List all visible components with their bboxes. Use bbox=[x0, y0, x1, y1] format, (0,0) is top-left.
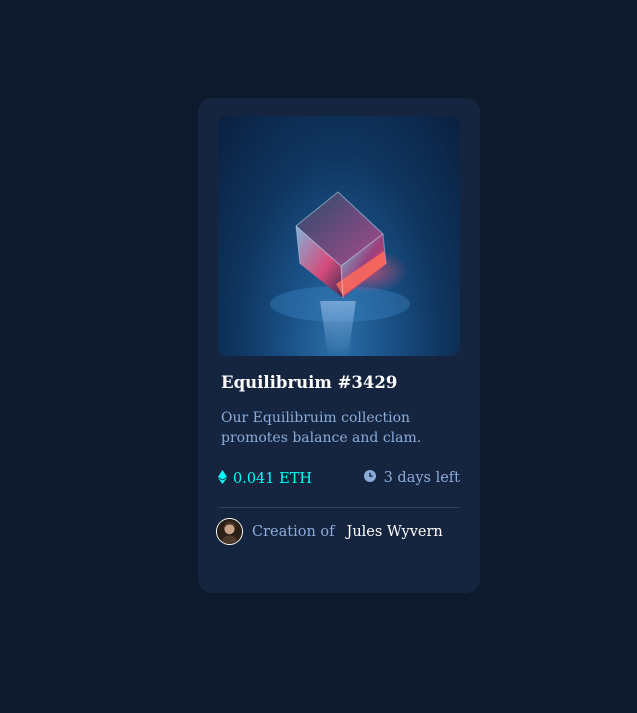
creator: Creation of Jules Wyvern bbox=[216, 518, 443, 545]
nft-image[interactable] bbox=[218, 116, 460, 356]
avatar bbox=[216, 518, 243, 545]
price: 0.041 ETH bbox=[218, 470, 312, 488]
price-value: 0.041 ETH bbox=[233, 471, 313, 487]
divider bbox=[219, 507, 460, 508]
card-description: Our Equilibruim collection promotes bala… bbox=[221, 410, 422, 446]
time-remaining: 3 days left bbox=[363, 470, 460, 486]
card-title[interactable]: Equilibruim #3429 bbox=[221, 373, 397, 392]
creator-prefix: Creation of bbox=[252, 523, 335, 540]
clock-icon bbox=[363, 470, 376, 486]
nft-card: Equilibruim #3429 Our Equilibruim collec… bbox=[198, 98, 480, 593]
ethereum-icon bbox=[218, 470, 227, 488]
time-left-text: 3 days left bbox=[383, 470, 460, 486]
creator-name-link[interactable]: Jules Wyvern bbox=[347, 524, 443, 540]
